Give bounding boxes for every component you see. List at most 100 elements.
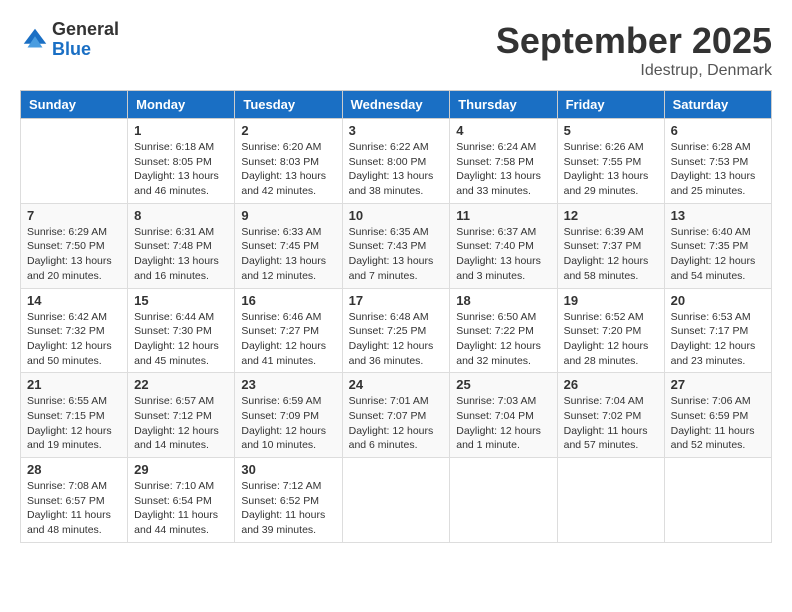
day-number: 4 xyxy=(456,123,550,138)
day-number: 21 xyxy=(27,377,121,392)
day-info: Sunrise: 7:08 AMSunset: 6:57 PMDaylight:… xyxy=(27,479,121,538)
day-number: 28 xyxy=(27,462,121,477)
day-number: 26 xyxy=(564,377,658,392)
week-row-4: 21 Sunrise: 6:55 AMSunset: 7:15 PMDayligh… xyxy=(21,373,772,458)
day-info: Sunrise: 7:03 AMSunset: 7:04 PMDaylight:… xyxy=(456,394,550,453)
day-number: 2 xyxy=(241,123,335,138)
calendar-cell: 2Sunrise: 6:20 AMSunset: 8:03 PMDaylight… xyxy=(235,119,342,204)
calendar-cell: 15 Sunrise: 6:44 AMSunset: 7:30 PMDayligh… xyxy=(128,288,235,373)
logo-icon xyxy=(20,25,50,55)
calendar-cell: 29 Sunrise: 7:10 AMSunset: 6:54 PMDayligh… xyxy=(128,458,235,543)
day-number: 30 xyxy=(241,462,335,477)
week-row-1: 1 Sunrise: 6:18 AMSunset: 8:05 PMDaylight… xyxy=(21,119,772,204)
title-section: September 2025 Idestrup, Denmark xyxy=(496,20,772,80)
calendar-cell xyxy=(450,458,557,543)
day-number: 8 xyxy=(134,208,228,223)
month-title: September 2025 xyxy=(496,20,772,62)
day-info: Sunrise: 6:53 AMSunset: 7:17 PMDaylight:… xyxy=(671,310,765,369)
weekday-header-thursday: Thursday xyxy=(450,91,557,119)
day-number: 10 xyxy=(349,208,444,223)
calendar-cell: 26 Sunrise: 7:04 AMSunset: 7:02 PMDayligh… xyxy=(557,373,664,458)
day-number: 27 xyxy=(671,377,765,392)
day-info: Sunrise: 6:26 AMSunset: 7:55 PMDaylight:… xyxy=(564,140,658,199)
day-number: 18 xyxy=(456,293,550,308)
calendar-cell: 1 Sunrise: 6:18 AMSunset: 8:05 PMDaylight… xyxy=(128,119,235,204)
day-info: Sunrise: 6:42 AMSunset: 7:32 PMDaylight:… xyxy=(27,310,121,369)
calendar-cell: 5 Sunrise: 6:26 AMSunset: 7:55 PMDaylight… xyxy=(557,119,664,204)
day-info: Sunrise: 6:22 AMSunset: 8:00 PMDaylight:… xyxy=(349,140,444,199)
logo: General Blue xyxy=(20,20,119,60)
page-header: General Blue September 2025 Idestrup, De… xyxy=(20,20,772,80)
day-number: 24 xyxy=(349,377,444,392)
day-number: 1 xyxy=(134,123,228,138)
calendar-cell: 20 Sunrise: 6:53 AMSunset: 7:17 PMDayligh… xyxy=(664,288,771,373)
day-info: Sunrise: 6:48 AMSunset: 7:25 PMDaylight:… xyxy=(349,310,444,369)
day-info: Sunrise: 6:57 AMSunset: 7:12 PMDaylight:… xyxy=(134,394,228,453)
calendar-cell xyxy=(664,458,771,543)
calendar-cell: 16Sunrise: 6:46 AMSunset: 7:27 PMDayligh… xyxy=(235,288,342,373)
day-info: Sunrise: 7:06 AMSunset: 6:59 PMDaylight:… xyxy=(671,394,765,453)
calendar-cell xyxy=(21,119,128,204)
weekday-header-wednesday: Wednesday xyxy=(342,91,450,119)
day-number: 19 xyxy=(564,293,658,308)
day-info: Sunrise: 6:50 AMSunset: 7:22 PMDaylight:… xyxy=(456,310,550,369)
weekday-header-monday: Monday xyxy=(128,91,235,119)
day-info: Sunrise: 7:12 AMSunset: 6:52 PMDaylight:… xyxy=(241,479,335,538)
day-info: Sunrise: 6:31 AMSunset: 7:48 PMDaylight:… xyxy=(134,225,228,284)
day-info: Sunrise: 6:18 AMSunset: 8:05 PMDaylight:… xyxy=(134,140,228,199)
calendar-cell: 25 Sunrise: 7:03 AMSunset: 7:04 PMDayligh… xyxy=(450,373,557,458)
day-info: Sunrise: 6:24 AMSunset: 7:58 PMDaylight:… xyxy=(456,140,550,199)
calendar-cell: 22 Sunrise: 6:57 AMSunset: 7:12 PMDayligh… xyxy=(128,373,235,458)
day-info: Sunrise: 6:33 AMSunset: 7:45 PMDaylight:… xyxy=(241,225,335,284)
day-number: 9 xyxy=(241,208,335,223)
day-number: 22 xyxy=(134,377,228,392)
calendar-cell: 27 Sunrise: 7:06 AMSunset: 6:59 PMDayligh… xyxy=(664,373,771,458)
calendar-cell: 24 Sunrise: 7:01 AMSunset: 7:07 PMDayligh… xyxy=(342,373,450,458)
calendar-cell xyxy=(557,458,664,543)
day-info: Sunrise: 7:01 AMSunset: 7:07 PMDaylight:… xyxy=(349,394,444,453)
day-info: Sunrise: 7:10 AMSunset: 6:54 PMDaylight:… xyxy=(134,479,228,538)
calendar-cell: 11 Sunrise: 6:37 AMSunset: 7:40 PMDayligh… xyxy=(450,203,557,288)
calendar-cell: 17 Sunrise: 6:48 AMSunset: 7:25 PMDayligh… xyxy=(342,288,450,373)
day-info: Sunrise: 6:44 AMSunset: 7:30 PMDaylight:… xyxy=(134,310,228,369)
day-number: 11 xyxy=(456,208,550,223)
day-info: Sunrise: 6:37 AMSunset: 7:40 PMDaylight:… xyxy=(456,225,550,284)
week-row-2: 7 Sunrise: 6:29 AMSunset: 7:50 PMDaylight… xyxy=(21,203,772,288)
calendar-cell: 14 Sunrise: 6:42 AMSunset: 7:32 PMDayligh… xyxy=(21,288,128,373)
day-number: 7 xyxy=(27,208,121,223)
calendar-cell: 6Sunrise: 6:28 AMSunset: 7:53 PMDaylight… xyxy=(664,119,771,204)
week-row-3: 14 Sunrise: 6:42 AMSunset: 7:32 PMDayligh… xyxy=(21,288,772,373)
day-info: Sunrise: 6:52 AMSunset: 7:20 PMDaylight:… xyxy=(564,310,658,369)
day-number: 13 xyxy=(671,208,765,223)
week-row-5: 28 Sunrise: 7:08 AMSunset: 6:57 PMDayligh… xyxy=(21,458,772,543)
day-info: Sunrise: 6:55 AMSunset: 7:15 PMDaylight:… xyxy=(27,394,121,453)
weekday-header-friday: Friday xyxy=(557,91,664,119)
weekday-header-tuesday: Tuesday xyxy=(235,91,342,119)
day-number: 17 xyxy=(349,293,444,308)
day-number: 3 xyxy=(349,123,444,138)
day-info: Sunrise: 6:46 AMSunset: 7:27 PMDaylight:… xyxy=(241,310,335,369)
day-info: Sunrise: 6:59 AMSunset: 7:09 PMDaylight:… xyxy=(241,394,335,453)
location: Idestrup, Denmark xyxy=(496,62,772,80)
logo-blue: Blue xyxy=(52,40,119,60)
day-number: 20 xyxy=(671,293,765,308)
weekday-header-saturday: Saturday xyxy=(664,91,771,119)
calendar-cell: 9 Sunrise: 6:33 AMSunset: 7:45 PMDaylight… xyxy=(235,203,342,288)
day-info: Sunrise: 6:29 AMSunset: 7:50 PMDaylight:… xyxy=(27,225,121,284)
calendar-cell: 21 Sunrise: 6:55 AMSunset: 7:15 PMDayligh… xyxy=(21,373,128,458)
day-info: Sunrise: 6:40 AMSunset: 7:35 PMDaylight:… xyxy=(671,225,765,284)
day-number: 5 xyxy=(564,123,658,138)
day-number: 29 xyxy=(134,462,228,477)
calendar-cell xyxy=(342,458,450,543)
weekday-header-row: SundayMondayTuesdayWednesdayThursdayFrid… xyxy=(21,91,772,119)
day-number: 15 xyxy=(134,293,228,308)
calendar-cell: 28 Sunrise: 7:08 AMSunset: 6:57 PMDayligh… xyxy=(21,458,128,543)
day-number: 14 xyxy=(27,293,121,308)
logo-general: General xyxy=(52,20,119,40)
day-info: Sunrise: 6:28 AMSunset: 7:53 PMDaylight:… xyxy=(671,140,765,199)
calendar-cell: 19 Sunrise: 6:52 AMSunset: 7:20 PMDayligh… xyxy=(557,288,664,373)
calendar-cell: 10Sunrise: 6:35 AMSunset: 7:43 PMDayligh… xyxy=(342,203,450,288)
day-info: Sunrise: 7:04 AMSunset: 7:02 PMDaylight:… xyxy=(564,394,658,453)
day-number: 25 xyxy=(456,377,550,392)
weekday-header-sunday: Sunday xyxy=(21,91,128,119)
